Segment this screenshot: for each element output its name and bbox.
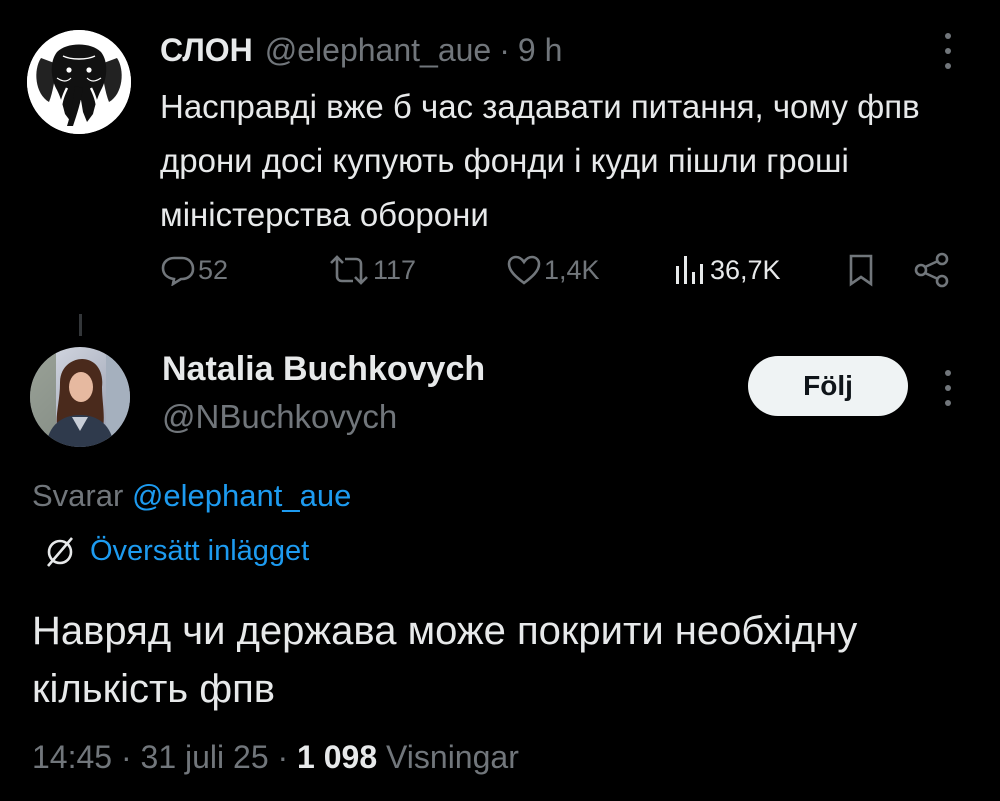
elephant-avatar-icon bbox=[27, 30, 131, 134]
parent-avatar[interactable] bbox=[27, 30, 131, 134]
share-icon bbox=[914, 252, 949, 288]
more-icon[interactable] bbox=[936, 33, 960, 69]
reply-date[interactable]: 31 juli 25 bbox=[141, 739, 269, 775]
reply-avatar[interactable] bbox=[30, 347, 130, 447]
views-button[interactable]: 36,7K bbox=[672, 250, 781, 290]
parent-author-name[interactable]: СЛОН bbox=[160, 32, 253, 69]
reply-meta-line: 14:45 · 31 juli 25 · 1 098 Visningar bbox=[32, 739, 519, 776]
parent-tweet-header: СЛОН @elephant_aue · 9 h bbox=[160, 28, 562, 72]
reply-views-label: Visningar bbox=[386, 739, 519, 775]
reply-count: 52 bbox=[198, 254, 229, 285]
like-count: 1,4K bbox=[544, 254, 600, 285]
parent-timestamp[interactable]: 9 h bbox=[518, 32, 562, 69]
bookmark-button[interactable] bbox=[846, 250, 876, 290]
reply-more-icon[interactable] bbox=[936, 370, 960, 406]
repost-button[interactable]: 117 bbox=[327, 250, 416, 290]
repost-icon bbox=[330, 255, 368, 285]
share-button[interactable] bbox=[913, 250, 951, 290]
replying-to-label: Svarar bbox=[32, 478, 124, 513]
like-icon bbox=[507, 255, 541, 285]
separator: · bbox=[120, 739, 132, 775]
reply-time[interactable]: 14:45 bbox=[32, 739, 112, 775]
translate-icon bbox=[47, 536, 73, 567]
profile-photo-icon bbox=[30, 347, 130, 447]
reply-tweet-text: Навряд чи держава може покрити необхідну… bbox=[32, 609, 858, 711]
views-icon bbox=[676, 256, 703, 284]
parent-author-handle[interactable]: @elephant_aue bbox=[265, 32, 491, 69]
replying-to-line: Svarar @elephant_aue bbox=[32, 478, 351, 514]
reply-author-handle[interactable]: @NBuchkovych bbox=[162, 398, 397, 436]
thread-connector bbox=[79, 314, 82, 336]
views-count: 36,7K bbox=[710, 254, 781, 285]
reply-author-name[interactable]: Natalia Buchkovych bbox=[162, 350, 485, 389]
translate-post-button[interactable]: Översätt inlägget bbox=[44, 535, 309, 568]
separator: · bbox=[499, 31, 510, 68]
replying-to-mention[interactable]: @elephant_aue bbox=[132, 478, 351, 513]
repost-count: 117 bbox=[373, 254, 417, 285]
reply-icon bbox=[161, 256, 195, 286]
parent-tweet-text: Насправді вже б час задавати питання, чо… bbox=[160, 88, 920, 233]
translate-label: Översätt inlägget bbox=[90, 535, 310, 567]
separator: · bbox=[277, 739, 289, 775]
follow-button[interactable]: Följ bbox=[748, 356, 908, 416]
bookmark-icon bbox=[849, 254, 873, 287]
reply-button[interactable]: 52 bbox=[160, 250, 228, 290]
reply-views-count: 1 098 bbox=[297, 739, 378, 775]
like-button[interactable]: 1,4K bbox=[506, 250, 600, 290]
